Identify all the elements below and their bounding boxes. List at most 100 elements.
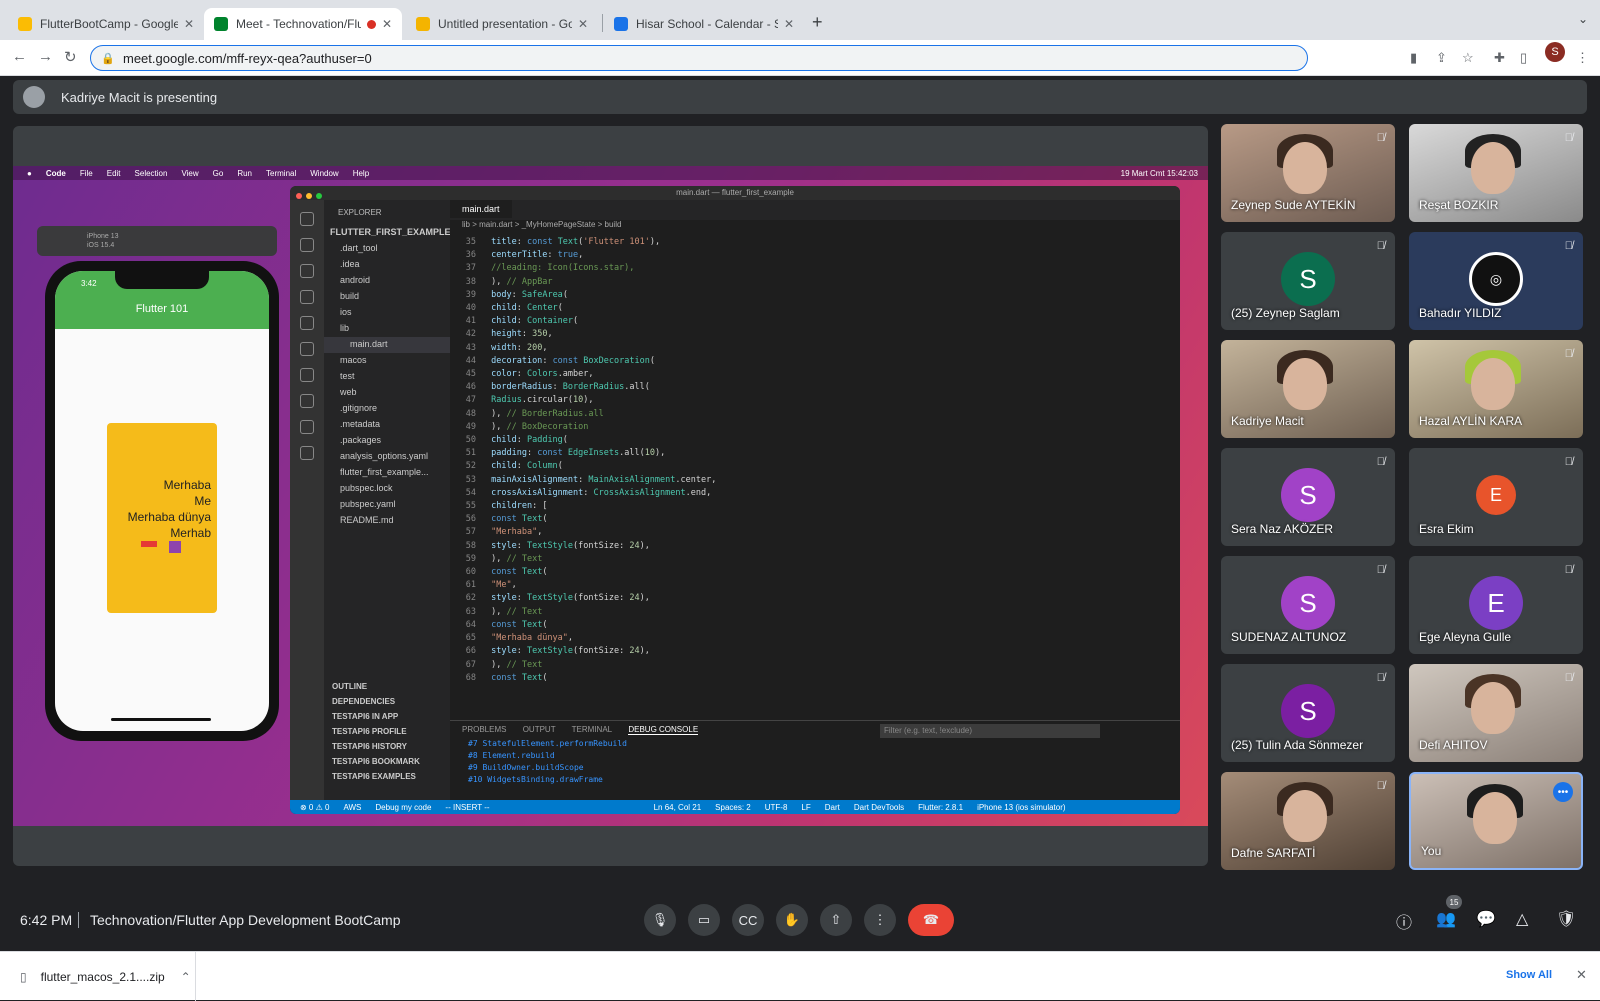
people-count-badge: 15 (1446, 895, 1462, 909)
close-icon[interactable]: ✕ (784, 17, 794, 31)
camera-button[interactable]: ▭ (688, 904, 720, 936)
host-controls-icon[interactable]: 🛡 (1556, 909, 1576, 929)
file-item: test (340, 371, 355, 381)
participant-tile[interactable]: E 🎙̸ Esra Ekim (1409, 448, 1583, 546)
participant-video (1473, 792, 1517, 844)
meet-icon (214, 17, 228, 31)
participant-tile[interactable]: 🎙̸ Hazal AYLİN KARA (1409, 340, 1583, 438)
phone-time: 3:42 (81, 279, 97, 288)
activity-bar (290, 200, 324, 800)
raise-hand-button[interactable]: ✋ (776, 904, 808, 936)
app-bar: 3:42 Flutter 101 (55, 271, 269, 329)
close-icon[interactable]: ✕ (1576, 967, 1587, 983)
muted-mic-icon: 🎙̸ (1376, 564, 1385, 576)
download-item[interactable]: ▯ flutter_macos_2.1....zip ⌃ (0, 952, 196, 1001)
captions-button[interactable]: CC (732, 904, 764, 936)
reload-button[interactable]: ↻ (64, 48, 77, 66)
file-item: build (340, 291, 360, 301)
muted-mic-icon: 🎙̸ (1376, 240, 1385, 252)
address-bar[interactable]: 🔒 meet.google.com/mff-reyx-qea?authuser=… (90, 45, 1308, 71)
participant-name: Esra Ekim (1419, 522, 1474, 536)
phone-notch (115, 271, 209, 289)
muted-mic-icon: 🎙̸ (1564, 672, 1573, 684)
people-icon[interactable]: 👥 (1436, 909, 1456, 929)
participant-tile-self[interactable]: ••• You (1409, 772, 1583, 870)
participant-video (1283, 358, 1327, 410)
info-icon[interactable]: ⓘ (1396, 909, 1412, 933)
file-item: ios (340, 307, 352, 317)
file-item: .dart_tool (340, 243, 378, 253)
chevron-up-icon[interactable]: ⌃ (181, 970, 191, 984)
tab-slides[interactable]: Untitled presentation - Google ✕ (406, 8, 598, 40)
share-icon[interactable]: ⇪ (1436, 50, 1447, 66)
participant-tile[interactable]: 🎙̸ Zeynep Sude AYTEKİN (1221, 124, 1395, 222)
sidebar-icon[interactable]: ▯ (1520, 50, 1527, 66)
tab-meet[interactable]: Meet - Technovation/Flutte ✕ (204, 8, 402, 40)
muted-mic-icon: 🎙̸ (1564, 348, 1573, 360)
explorer-section: TESTAPI6 PROFILE (332, 727, 407, 736)
microphone-button[interactable]: 🎙 (644, 904, 676, 936)
vscode-title: main.dart — flutter_first_example (676, 188, 794, 197)
menu-view: View (181, 168, 199, 178)
back-button[interactable]: ← (12, 48, 27, 65)
presenting-text: Kadriye Macit is presenting (61, 89, 218, 105)
participant-tile[interactable]: E 🎙̸ Ege Aleyna Gulle (1409, 556, 1583, 654)
participant-tile[interactable]: 🎙̸ Reşat BOZKIR (1409, 124, 1583, 222)
tab-search-chevron-icon[interactable]: ⌄ (1578, 12, 1588, 26)
panel-tab: TERMINAL (571, 725, 613, 734)
url-text: meet.google.com/mff-reyx-qea?authuser=0 (123, 50, 372, 66)
flutter-icon (300, 368, 314, 382)
show-all-button[interactable]: Show All (1506, 969, 1552, 981)
participant-tile[interactable]: S 🎙̸ Sera Naz AKÖZER (1221, 448, 1395, 546)
participant-tile[interactable]: 🎙̸ Dafne SARFATİ (1221, 772, 1395, 870)
muted-mic-icon: 🎙̸ (1376, 672, 1385, 684)
participant-tile[interactable]: S 🎙̸ (25) Zeynep Saglam (1221, 232, 1395, 330)
participant-tile[interactable]: Kadriye Macit (1221, 340, 1395, 438)
participant-tile[interactable]: S 🎙̸ SUDENAZ ALTUNOZ (1221, 556, 1395, 654)
app-text: Me (194, 494, 211, 508)
forward-button[interactable]: → (38, 48, 53, 65)
file-item: README.md (340, 515, 394, 525)
simulator-subtitle: iOS 15.4 (87, 242, 115, 249)
participant-name: Defi AHITOV (1419, 738, 1488, 752)
activities-icon[interactable]: △ (1516, 909, 1528, 929)
presenter-avatar (23, 86, 45, 108)
camera-blocked-icon[interactable]: ▮ (1410, 50, 1417, 66)
recording-dot-icon (366, 19, 376, 29)
tab-title: FlutterBootCamp - Google Driv (40, 17, 178, 31)
simulator-title: iPhone 13 (87, 233, 119, 240)
participant-name: Dafne SARFATİ (1231, 846, 1316, 860)
mac-menu-bar: ● Code File Edit Selection View Go Run T… (13, 166, 1208, 180)
file-item: web (340, 387, 357, 397)
download-bar: ▯ flutter_macos_2.1....zip ⌃ Show All ✕ (0, 951, 1600, 1001)
explorer-section: TESTAPI6 BOOKMARK (332, 757, 420, 766)
presentation-stage[interactable]: ● Code File Edit Selection View Go Run T… (13, 126, 1208, 866)
vscode-statusbar: ⊗ 0 ⚠ 0 AWS Debug my code -- INSERT -- L… (290, 800, 1180, 814)
extensions-icon[interactable]: ✚ (1494, 50, 1505, 66)
tab-google-drive[interactable]: FlutterBootCamp - Google Driv ✕ (8, 8, 204, 40)
close-icon[interactable]: ✕ (578, 17, 588, 31)
more-options-button[interactable]: ⋮ (864, 904, 896, 936)
tab-title: Hisar School - Calendar - Satu (636, 17, 778, 31)
status-item: AWS (343, 802, 362, 812)
present-button[interactable]: ⇧ (820, 904, 852, 936)
app-text: Merhab (170, 526, 211, 540)
tab-calendar[interactable]: Hisar School - Calendar - Satu ✕ (604, 8, 804, 40)
new-tab-button[interactable]: + (812, 12, 823, 33)
chat-icon[interactable]: 💬 (1476, 909, 1496, 929)
overflow-indicator (169, 541, 181, 553)
obs-logo-icon: ◎ (1469, 252, 1523, 306)
profile-avatar[interactable]: S (1545, 42, 1565, 62)
bookmark-star-icon[interactable]: ☆ (1462, 50, 1474, 66)
participant-tile[interactable]: 🎙̸ Defi AHITOV (1409, 664, 1583, 762)
browser-menu-icon[interactable]: ⋮ (1576, 50, 1589, 66)
participant-video (1283, 790, 1327, 842)
hand-icon: ✋ (783, 912, 801, 927)
leave-call-button[interactable]: ☎ (908, 904, 954, 936)
close-icon[interactable]: ✕ (184, 17, 194, 31)
close-icon[interactable]: ✕ (382, 17, 392, 31)
participant-tile[interactable]: ◎ 🎙̸ Bahadır YILDIZ (1409, 232, 1583, 330)
participant-tile[interactable]: S 🎙̸ (25) Tulin Ada Sönmezer (1221, 664, 1395, 762)
bottom-panel: PROBLEMS OUTPUT TERMINAL DEBUG CONSOLE F… (450, 720, 1180, 800)
more-options-icon[interactable]: ••• (1553, 782, 1573, 802)
